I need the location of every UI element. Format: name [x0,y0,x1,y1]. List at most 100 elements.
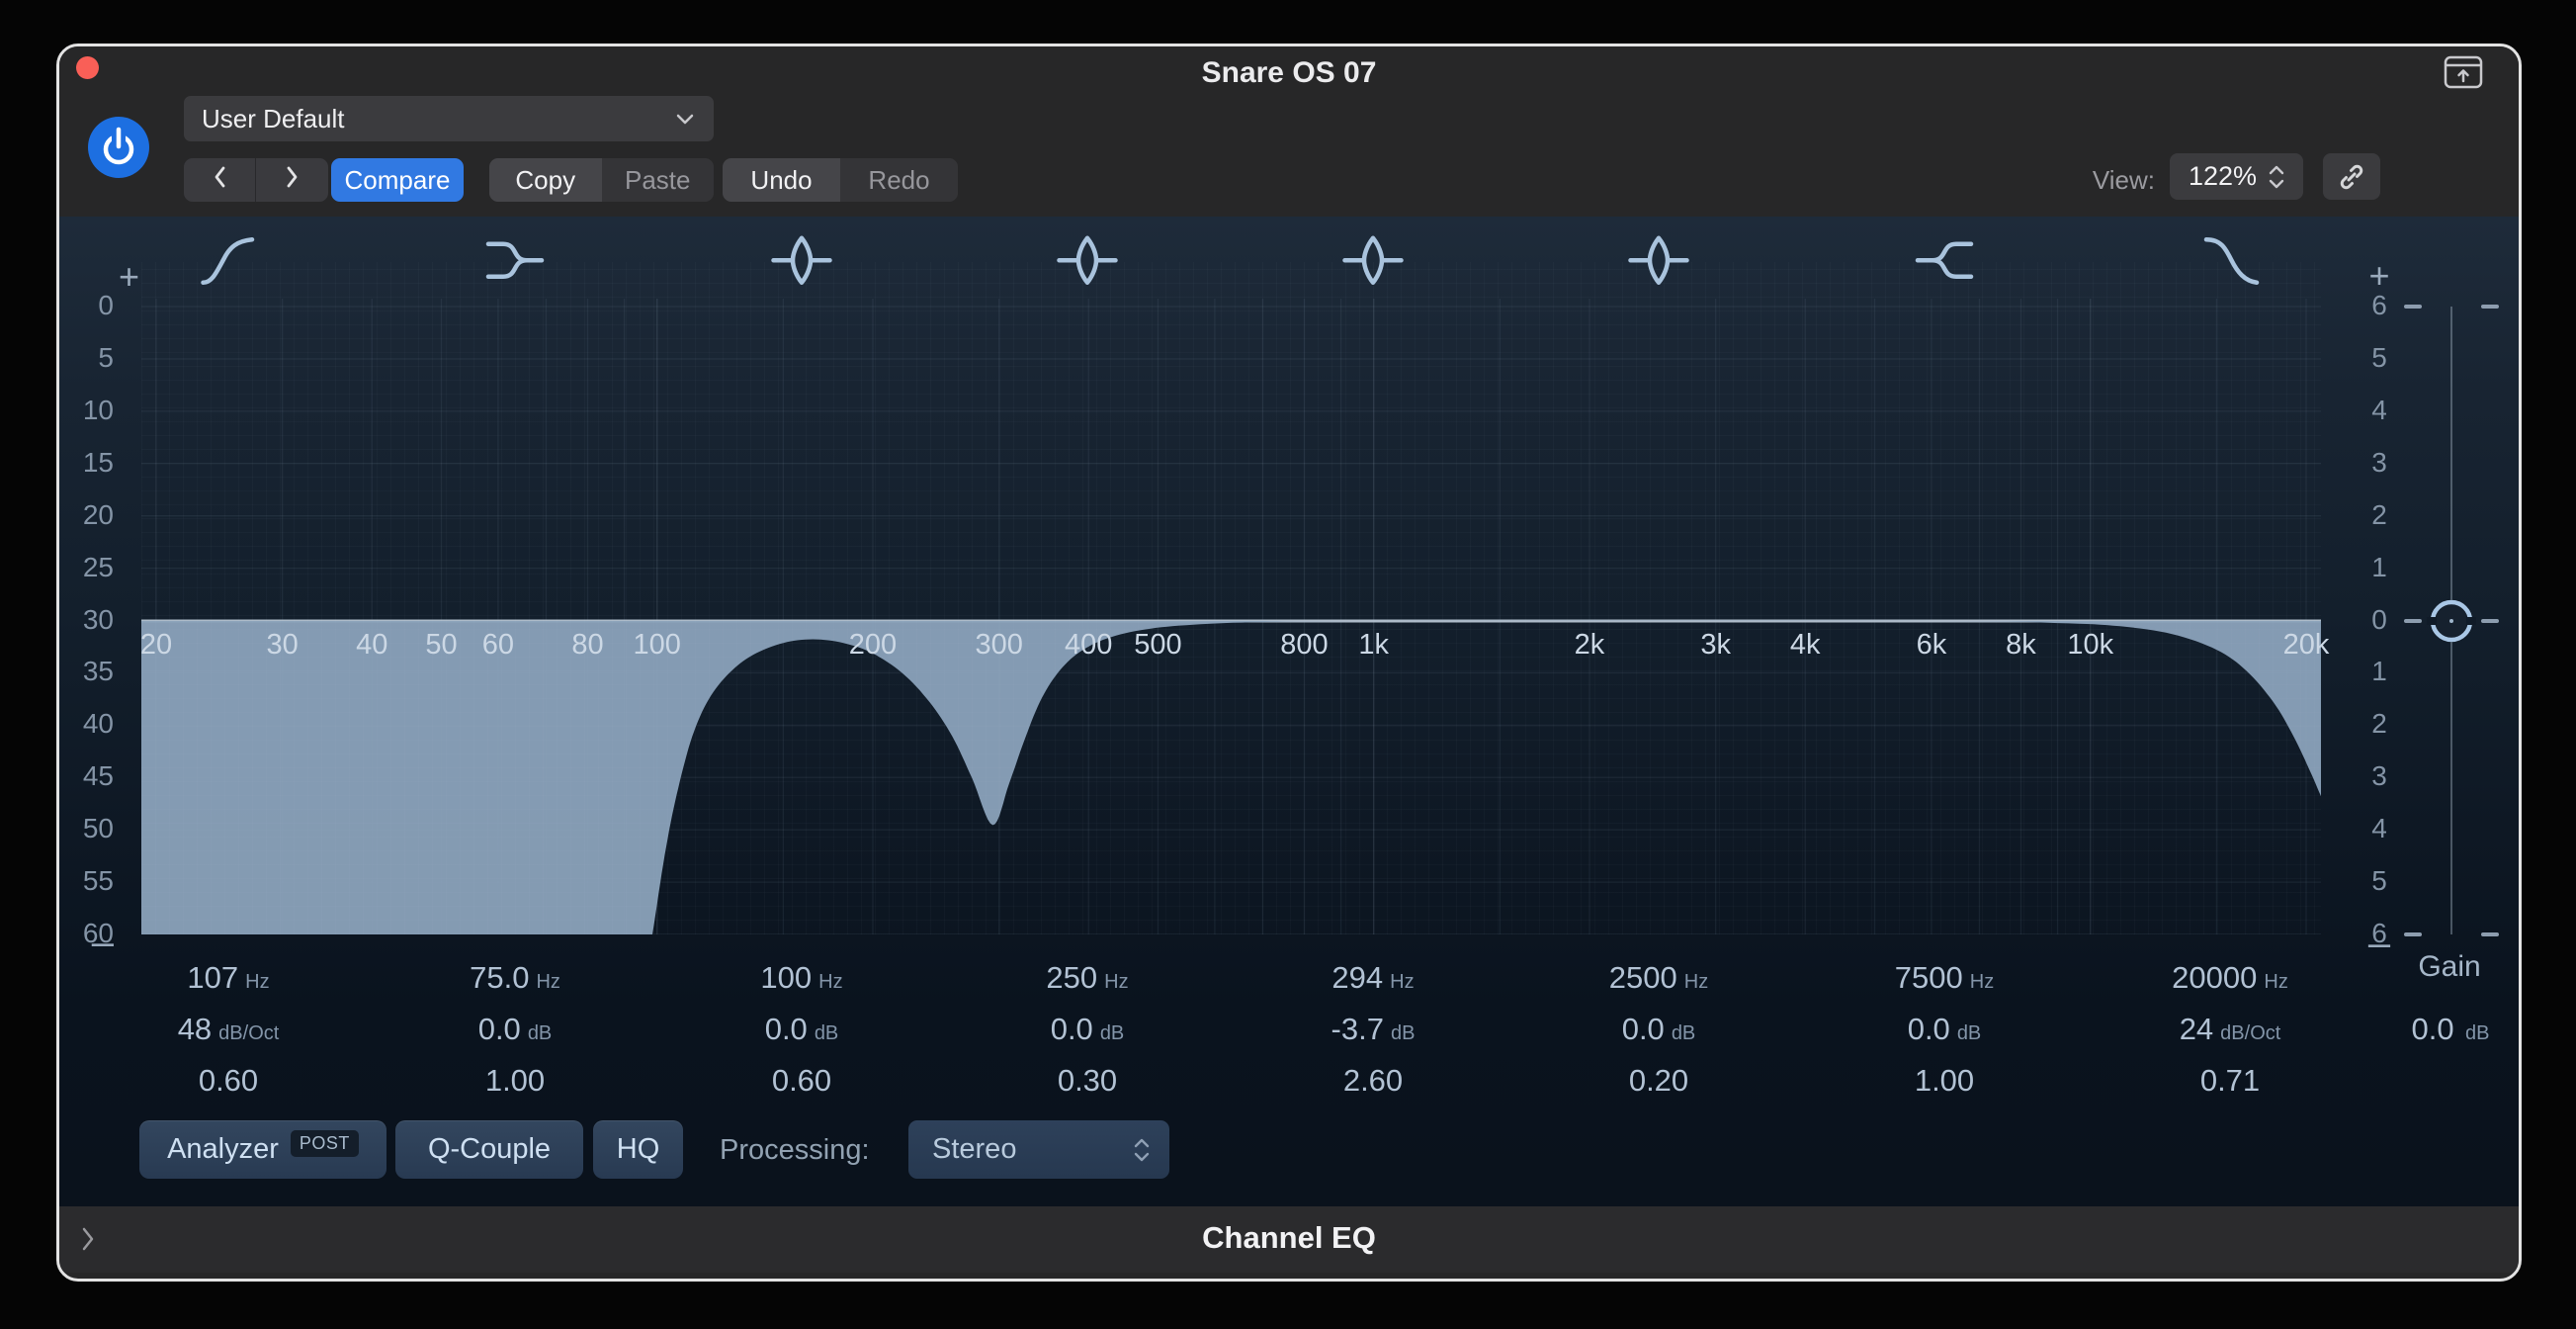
freq-tick-label: 80 [571,629,604,661]
band-1-readout: 107 Hz 48 dB/Oct 0.60 [90,958,367,1116]
band-3-bell-icon[interactable] [769,232,834,290]
band-5-readout: 294 Hz -3.7 dB 2.60 [1235,958,1511,1116]
band-4-frequency[interactable]: 250 [1046,960,1097,995]
band-3-q[interactable]: 0.60 [772,1063,831,1098]
freq-tick-label: 2k [1574,629,1605,661]
band-8-gain[interactable]: 24 [2180,1012,2213,1046]
freq-tick-label: 3k [1700,629,1731,661]
band-8-lowpass-icon[interactable] [2197,232,2263,290]
next-preset-button[interactable] [256,158,328,202]
band-6-gain[interactable]: 0.0 [1622,1012,1665,1046]
band-5-frequency[interactable]: 294 [1331,960,1383,995]
band-5-gain[interactable]: -3.7 [1331,1012,1384,1046]
master-gain-value[interactable]: 0.0 [2411,1012,2453,1046]
slider-tick [2404,932,2422,936]
chevron-right-icon [287,166,297,188]
processing-selector[interactable]: Stereo [908,1120,1169,1179]
gain-scale-label: 2 [2371,498,2387,530]
band-7-frequency[interactable]: 7500 [1895,960,1963,995]
analyzer-mode-badge[interactable]: POST [290,1130,359,1157]
band-1-gain[interactable]: 48 [178,1012,212,1046]
slider-tick [2481,619,2499,623]
analyzer-scale-label: 15 [82,446,114,478]
band-4-readout: 250 Hz 0.0 dB 0.30 [949,958,1226,1116]
freq-tick-label: 20 [139,629,173,661]
gain-scale-label: 1 [2371,551,2387,582]
gain-scale-label: 4 [2371,813,2387,844]
band-1-frequency[interactable]: 107 [187,960,238,995]
band-1-q[interactable]: 0.60 [199,1063,258,1098]
band-3-readout: 100 Hz 0.0 dB 0.60 [663,958,940,1116]
band-5-frequency-unit: Hz [1390,971,1415,993]
band-2-q[interactable]: 1.00 [485,1063,545,1098]
band-8-q[interactable]: 0.71 [2200,1063,2260,1098]
slider-tick [2481,305,2499,309]
open-in-separate-window-icon[interactable] [2444,54,2483,90]
freq-tick-label: 30 [266,629,299,661]
gain-scale-label: 5 [2371,341,2387,373]
eq-display-area: 20 30 40 50 60 80 100 200 300 400 500 800 1k 2k 3k 4k 6k… [59,217,2519,1206]
eq-curve-display[interactable] [141,262,2321,934]
band-1-gain-unit: dB/Oct [218,1022,280,1044]
preset-selector[interactable]: User Default [184,96,714,141]
q-couple-button[interactable]: Q-Couple [395,1120,583,1179]
band-7-q[interactable]: 1.00 [1915,1063,1974,1098]
compare-button[interactable]: Compare [331,158,464,202]
band-2-frequency[interactable]: 75.0 [470,960,529,995]
power-button[interactable] [88,117,149,178]
band-2-gain[interactable]: 0.0 [478,1012,521,1046]
band-3-frequency-unit: Hz [818,971,843,993]
freq-tick-label: 1k [1358,629,1390,661]
band-4-q[interactable]: 0.30 [1058,1063,1117,1098]
band-2-readout: 75.0 Hz 0.0 dB 1.00 [377,958,653,1116]
band-6-frequency[interactable]: 2500 [1609,960,1677,995]
redo-button[interactable]: Redo [840,158,958,202]
master-gain-readout[interactable]: 0.0 dB [2376,1010,2519,1049]
plus-icon: + [2368,255,2390,296]
band-6-readout: 2500 Hz 0.0 dB 0.20 [1520,958,1797,1116]
freq-tick-label: 10k [2067,629,2114,661]
band-8-gain-unit: dB/Oct [2220,1022,2281,1044]
window-title: Snare OS 07 [1201,56,1377,89]
band-4-gain[interactable]: 0.0 [1051,1012,1093,1046]
gain-scale-label: 3 [2371,760,2387,792]
copy-button[interactable]: Copy [489,158,602,202]
view-zoom-stepper[interactable]: 122% [2170,153,2303,200]
gain-knob[interactable] [2426,595,2477,647]
analyzer-scale-label: 55 [82,865,114,897]
preset-nav [184,158,328,202]
band-6-bell-icon[interactable] [1626,232,1691,290]
band-4-frequency-unit: Hz [1104,971,1129,993]
freq-tick-label: 400 [1065,629,1113,661]
band-6-q[interactable]: 0.20 [1629,1063,1688,1098]
analyzer-button[interactable]: Analyzer POST [139,1120,386,1179]
analyzer-scale-label: 35 [82,656,114,687]
copy-paste-group: Copy Paste [489,158,714,202]
hq-button[interactable]: HQ [593,1120,683,1179]
gain-scale-label: 3 [2371,446,2387,478]
screen: Snare OS 07 User Default Compare Copy Pa… [0,0,2576,1329]
band-5-q[interactable]: 2.60 [1343,1063,1403,1098]
freq-tick-label: 200 [848,629,898,661]
link-button[interactable] [2323,153,2380,200]
band-3-frequency[interactable]: 100 [760,960,812,995]
band-7-gain[interactable]: 0.0 [1908,1012,1950,1046]
band-2-low-shelf-icon[interactable] [482,232,548,290]
slider-tick [2404,619,2422,623]
band-7-high-shelf-icon[interactable] [1912,232,1977,290]
analyzer-scale-label: 40 [82,708,114,740]
band-1-highpass-icon[interactable] [196,232,261,290]
analyzer-scale-label: 25 [82,551,114,582]
band-5-bell-icon[interactable] [1340,232,1406,290]
freq-tick-label: 100 [633,629,681,661]
previous-preset-button[interactable] [184,158,256,202]
band-3-gain[interactable]: 0.0 [765,1012,808,1046]
band-8-frequency[interactable]: 20000 [2172,960,2257,995]
band-4-bell-icon[interactable] [1055,232,1120,290]
freq-tick-label: 4k [1789,629,1821,661]
band-7-frequency-unit: Hz [1969,971,1995,993]
undo-button[interactable]: Undo [723,158,840,202]
gain-scale-label: 0 [2371,603,2387,635]
paste-button[interactable]: Paste [601,158,714,202]
freq-tick-label: 8k [2006,629,2036,661]
